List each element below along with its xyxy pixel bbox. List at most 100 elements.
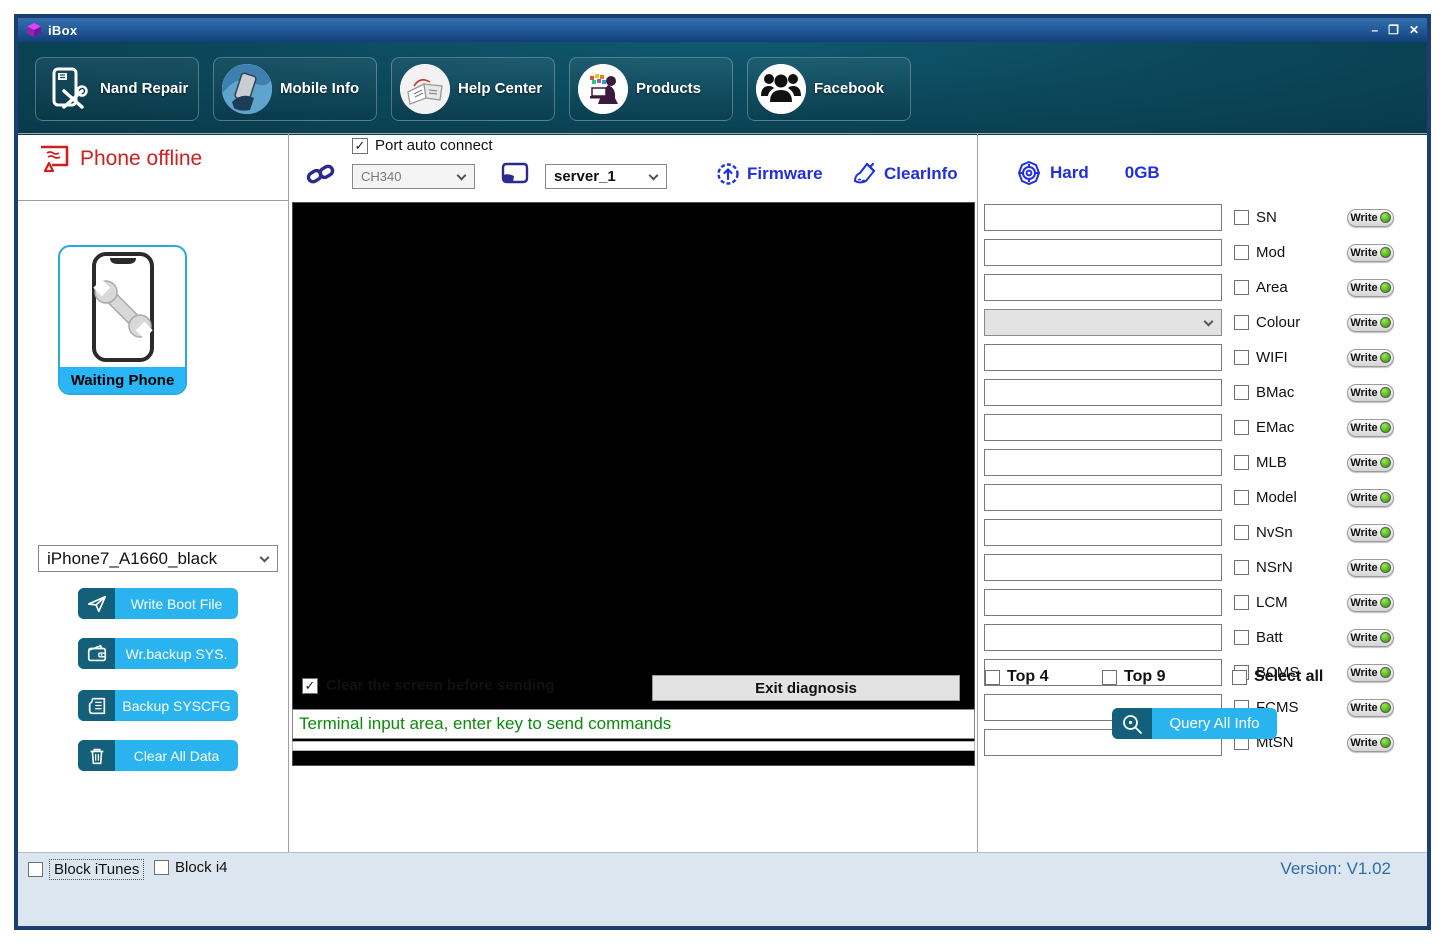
write-button[interactable]: Write (1347, 454, 1394, 472)
write-button[interactable]: Write (1347, 489, 1394, 507)
select-all-checkbox[interactable] (1232, 670, 1247, 685)
backup-syscfg-button[interactable]: Backup SYSCFG (78, 690, 238, 721)
port-dropdown[interactable]: CH340 (352, 164, 475, 189)
close-button[interactable]: ✕ (1409, 24, 1419, 36)
field-checkbox[interactable] (1234, 525, 1249, 540)
toolbar-label: Facebook (814, 80, 884, 97)
field-checkbox[interactable] (1234, 560, 1249, 575)
firmware-button[interactable]: Firmware (715, 161, 823, 187)
field-value-input[interactable] (984, 274, 1222, 301)
exit-diagnosis-button[interactable]: Exit diagnosis (652, 675, 960, 701)
write-button[interactable]: Write (1347, 279, 1394, 297)
write-button[interactable]: Write (1347, 244, 1394, 262)
field-value-input[interactable] (984, 344, 1222, 371)
green-led-icon (1380, 457, 1391, 468)
green-led-icon (1380, 562, 1391, 573)
toolbar-button-products[interactable]: Products (569, 57, 733, 121)
port-auto-connect[interactable]: ✓ Port auto connect (352, 137, 493, 154)
block-itunes-checkbox[interactable] (28, 862, 43, 877)
field-label: BMac (1256, 384, 1294, 401)
model-dropdown[interactable]: iPhone7_A1660_black (38, 545, 278, 572)
field-value-input[interactable] (984, 239, 1222, 266)
field-row: NSrN Write (984, 554, 1412, 581)
select-all-option[interactable]: Select all (1232, 668, 1323, 686)
green-led-icon (1380, 387, 1391, 398)
port-auto-connect-checkbox[interactable]: ✓ (352, 138, 368, 154)
field-checkbox[interactable] (1234, 490, 1249, 505)
field-checkbox[interactable] (1234, 385, 1249, 400)
model-dropdown-value: iPhone7_A1660_black (47, 549, 217, 569)
query-all-info-button[interactable]: Query All Info (1112, 708, 1277, 739)
field-row: Model Write (984, 484, 1412, 511)
toolbar-button-help-center[interactable]: Help Center (391, 57, 555, 121)
waiting-phone-card[interactable]: Waiting Phone (58, 245, 187, 395)
write-button[interactable]: Write (1347, 699, 1394, 717)
write-button-label: Write (1350, 527, 1377, 539)
minimize-button[interactable]: – (1371, 24, 1378, 36)
clear-all-data-button[interactable]: Clear All Data (78, 740, 238, 771)
mobile-info-icon (222, 64, 272, 114)
field-checkbox[interactable] (1234, 315, 1249, 330)
write-button-label: Write (1350, 247, 1377, 259)
block-i4-checkbox[interactable] (154, 860, 169, 875)
field-value-input[interactable] (984, 414, 1222, 441)
write-button[interactable]: Write (1347, 664, 1394, 682)
phone-offline-icon (38, 144, 70, 174)
field-value-input[interactable] (984, 379, 1222, 406)
field-checkbox[interactable] (1234, 210, 1249, 225)
button-label: Write Boot File (115, 588, 238, 619)
clear-screen-option[interactable]: ✓ Clear the screen before sending (302, 677, 554, 694)
field-value-input[interactable] (984, 484, 1222, 511)
field-row: SN Write (984, 204, 1412, 231)
top4-checkbox[interactable] (985, 670, 1000, 685)
server-dropdown[interactable]: server_1 (545, 164, 667, 189)
write-button[interactable]: Write (1347, 314, 1394, 332)
maximize-button[interactable]: ❐ (1388, 24, 1399, 36)
write-boot-file-button[interactable]: Write Boot File (78, 588, 238, 619)
write-button[interactable]: Write (1347, 524, 1394, 542)
field-checkbox[interactable] (1234, 280, 1249, 295)
field-value-input[interactable] (984, 204, 1222, 231)
field-value-input[interactable] (984, 519, 1222, 546)
toolbar-button-nand-repair[interactable]: Nand Repair (35, 57, 199, 121)
write-button[interactable]: Write (1347, 629, 1394, 647)
write-button[interactable]: Write (1347, 419, 1394, 437)
divider (288, 133, 289, 852)
write-button[interactable]: Write (1347, 384, 1394, 402)
field-checkbox[interactable] (1234, 595, 1249, 610)
field-checkbox[interactable] (1234, 245, 1249, 260)
block-i4-label: Block i4 (175, 859, 228, 876)
toolbar-label: Products (636, 80, 701, 97)
write-button[interactable]: Write (1347, 209, 1394, 227)
block-itunes-option[interactable]: Block iTunes (28, 859, 144, 880)
top9-option[interactable]: Top 9 (1102, 668, 1165, 686)
terminal-command-input[interactable] (292, 709, 975, 739)
toolbar-button-facebook[interactable]: Facebook (747, 57, 911, 121)
field-label: Colour (1256, 314, 1300, 331)
clear-screen-checkbox[interactable]: ✓ (302, 678, 318, 694)
query-button-label: Query All Info (1152, 708, 1277, 739)
top4-label: Top 4 (1007, 668, 1048, 686)
write-button[interactable]: Write (1347, 734, 1394, 752)
field-value-input[interactable] (984, 624, 1222, 651)
field-value-input[interactable] (984, 554, 1222, 581)
field-value-input[interactable] (984, 449, 1222, 476)
write-button[interactable]: Write (1347, 349, 1394, 367)
field-value-input[interactable] (984, 589, 1222, 616)
field-checkbox[interactable] (1234, 420, 1249, 435)
top9-checkbox[interactable] (1102, 670, 1117, 685)
toolbar-button-mobile-info[interactable]: Mobile Info (213, 57, 377, 121)
firmware-upload-icon (715, 161, 741, 187)
field-checkbox[interactable] (1234, 350, 1249, 365)
write-button-label: Write (1350, 317, 1377, 329)
field-value-select[interactable] (984, 309, 1222, 336)
write-button-label: Write (1350, 352, 1377, 364)
field-checkbox[interactable] (1234, 455, 1249, 470)
write-button[interactable]: Write (1347, 594, 1394, 612)
block-i4-option[interactable]: Block i4 (154, 859, 228, 876)
write-button[interactable]: Write (1347, 559, 1394, 577)
clearinfo-button[interactable]: ClearInfo (852, 161, 958, 187)
field-checkbox[interactable] (1234, 630, 1249, 645)
write-backup-sys-button[interactable]: Wr.backup SYS. (78, 638, 238, 669)
top4-option[interactable]: Top 4 (985, 668, 1048, 686)
